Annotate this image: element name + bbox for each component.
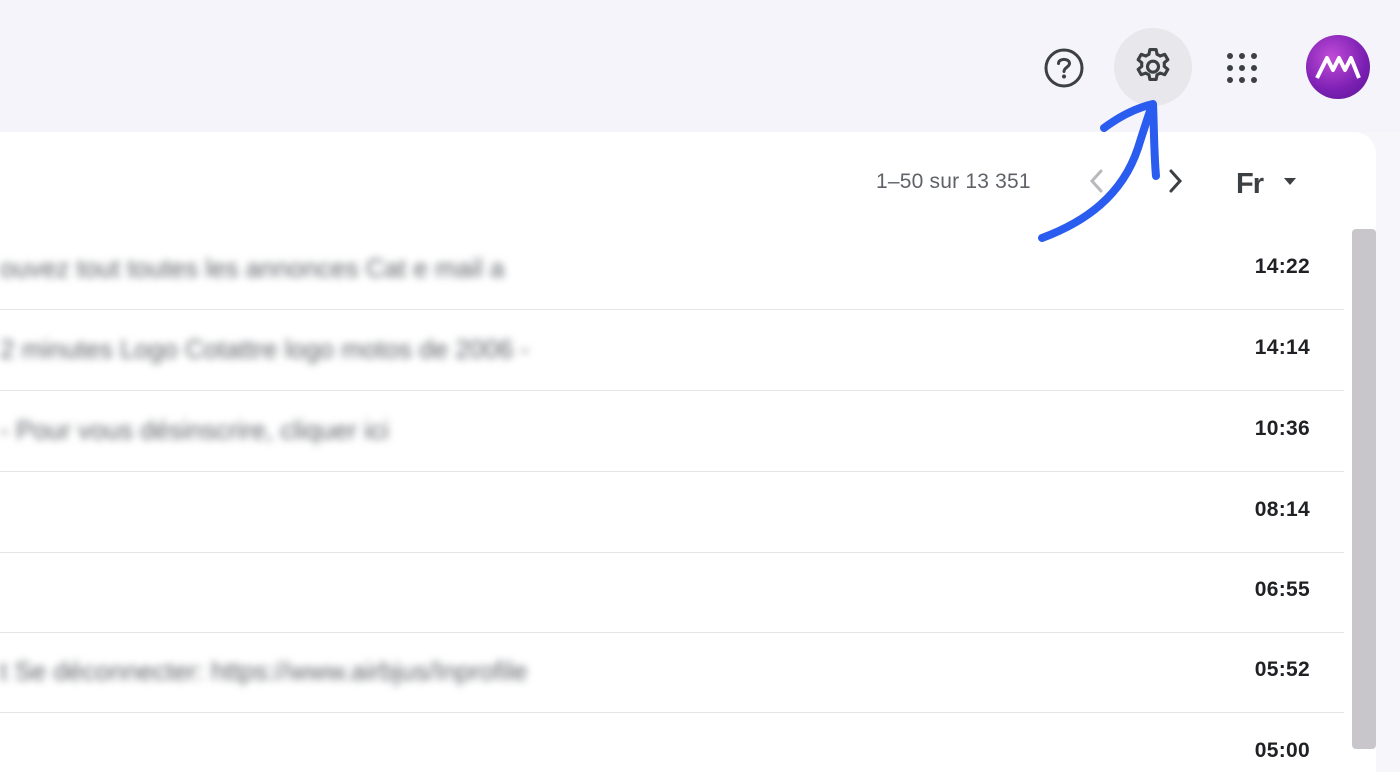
email-snippet: ouvez tout toutes les annonces Cat e mai… bbox=[0, 253, 505, 283]
email-time: 14:22 bbox=[1254, 255, 1310, 278]
pagination-count: 1–50 sur 13 351 bbox=[876, 170, 1031, 193]
language-dropdown[interactable] bbox=[1282, 174, 1298, 192]
help-button[interactable] bbox=[1025, 29, 1103, 107]
gear-icon bbox=[1136, 48, 1170, 82]
email-time: 05:52 bbox=[1254, 658, 1310, 681]
email-row[interactable]: 06:55 bbox=[0, 552, 1344, 633]
email-row[interactable]: 05:00 bbox=[0, 713, 1344, 762]
apps-grid-icon bbox=[1227, 53, 1257, 83]
scrollbar-thumb[interactable] bbox=[1352, 229, 1376, 749]
email-row[interactable]: t Se déconnecter: https://www.airbjus/In… bbox=[0, 632, 1344, 713]
email-row[interactable]: - Pour vous désinscrire, cliquer ici 10:… bbox=[0, 391, 1344, 472]
email-time: 14:14 bbox=[1254, 336, 1310, 359]
email-time: 06:55 bbox=[1254, 578, 1310, 601]
caret-down-icon bbox=[1284, 178, 1296, 185]
prev-page-button[interactable] bbox=[1086, 166, 1108, 201]
account-avatar[interactable] bbox=[1306, 35, 1370, 99]
next-page-button[interactable] bbox=[1164, 166, 1186, 201]
email-snippet: 2 minutes Logo Cotattre logo motos de 20… bbox=[0, 334, 529, 364]
email-row[interactable]: ouvez tout toutes les annonces Cat e mai… bbox=[0, 229, 1344, 310]
email-time: 08:14 bbox=[1254, 498, 1310, 521]
chevron-left-icon bbox=[1089, 169, 1103, 193]
settings-button[interactable] bbox=[1114, 28, 1192, 106]
email-row[interactable]: 08:14 bbox=[0, 472, 1344, 553]
chevron-right-icon bbox=[1169, 169, 1183, 193]
input-language-selector[interactable]: Fr bbox=[1236, 168, 1264, 201]
help-circle-icon bbox=[1044, 48, 1084, 88]
email-time: 10:36 bbox=[1254, 417, 1310, 440]
email-time: 05:00 bbox=[1254, 739, 1310, 762]
avatar-logo-icon bbox=[1315, 56, 1361, 79]
email-row[interactable]: 2 minutes Logo Cotattre logo motos de 20… bbox=[0, 310, 1344, 391]
email-snippet: - Pour vous désinscrire, cliquer ici bbox=[0, 415, 389, 445]
apps-button[interactable] bbox=[1203, 29, 1281, 107]
email-snippet: t Se déconnecter: https://www.airbjus/In… bbox=[0, 656, 528, 686]
